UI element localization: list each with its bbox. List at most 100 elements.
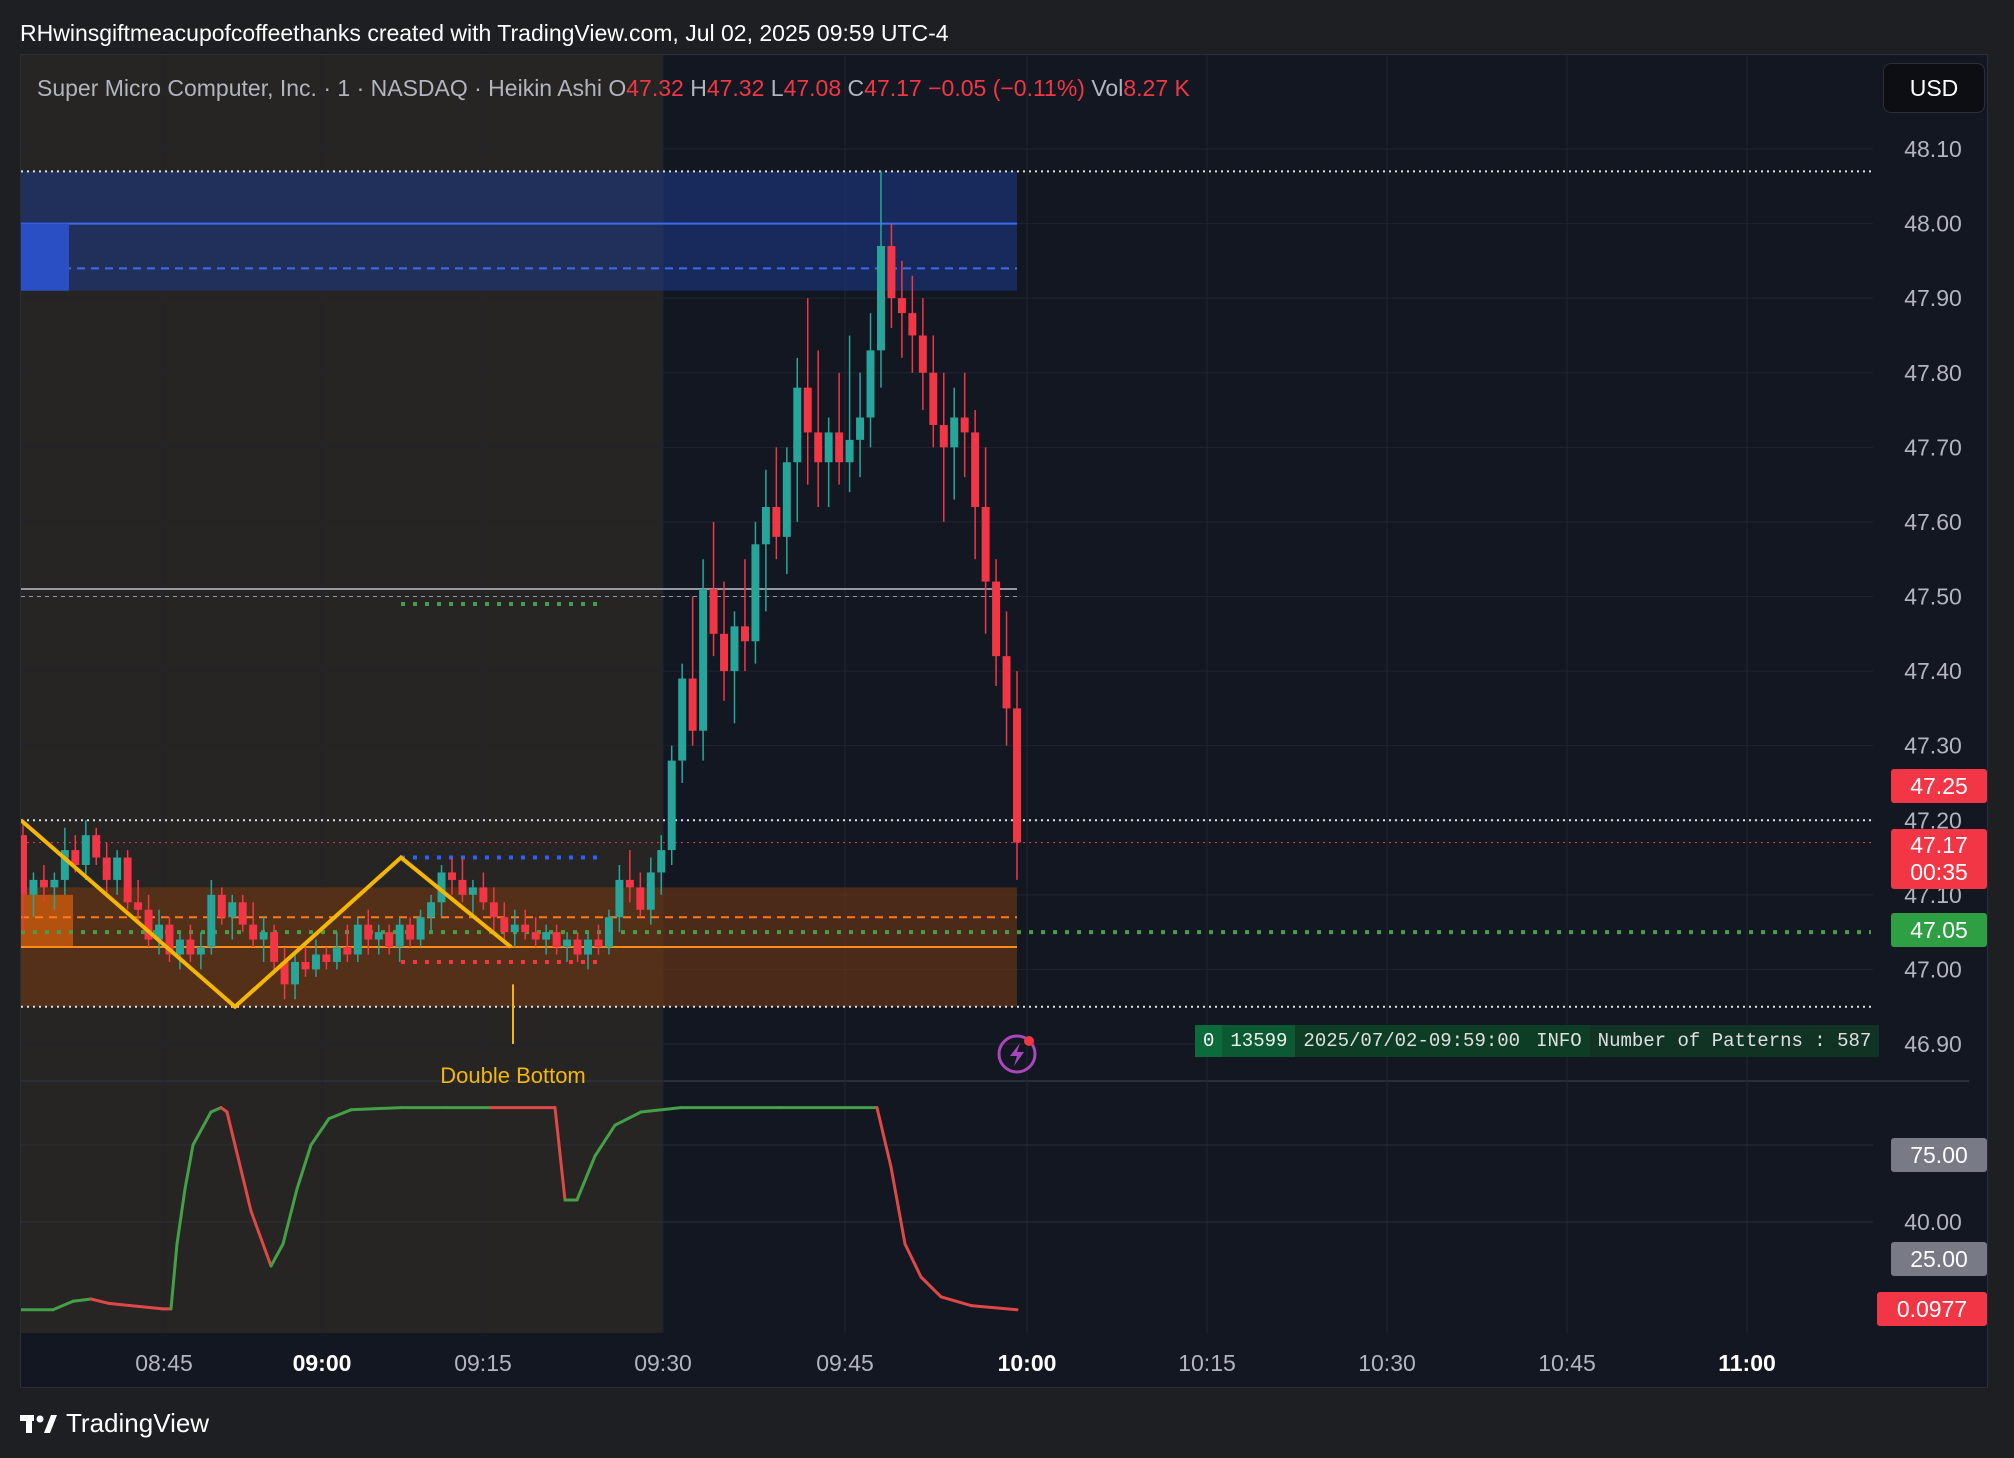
candle-body-15 [175, 939, 184, 955]
osc-tag-25: 25.00 [1891, 1242, 1987, 1276]
candle-body-94 [1002, 656, 1011, 709]
time-tick-9: 11:00 [1718, 1350, 1776, 1376]
currency-button[interactable]: USD [1883, 63, 1985, 113]
candle-body-26 [291, 961, 300, 985]
candle-body-61 [657, 850, 666, 873]
osc-tick-0: 40.00 [1904, 1209, 1962, 1235]
supply-zone [21, 171, 1017, 291]
candle-body-55 [594, 939, 603, 948]
info-cell-message: Number of Patterns : 587 [1589, 1025, 1880, 1057]
candle-body-43 [468, 887, 477, 895]
candle-body-62 [667, 760, 676, 851]
time-tick-7: 10:30 [1358, 1350, 1416, 1376]
candle-body-73 [782, 462, 791, 537]
candle-body-66 [709, 589, 718, 634]
candle-body-35 [385, 932, 394, 948]
time-tick-8: 10:45 [1538, 1350, 1596, 1376]
candle-body-36 [395, 924, 404, 948]
legend-low-value: 47.08 [783, 75, 842, 101]
candle-body-77 [824, 432, 833, 463]
candle-body-87 [929, 372, 938, 425]
osc-tag-last: 0.0977 [1877, 1292, 1987, 1326]
candle-body-16 [186, 939, 195, 955]
candle-body-2 [39, 879, 48, 888]
candle-body-75 [803, 387, 812, 433]
oscillator-segment-32 [875, 1106, 893, 1169]
candle-body-8 [102, 857, 111, 880]
demand-volume-profile [21, 894, 73, 948]
candle-body-0 [21, 835, 27, 895]
tradingview-logo[interactable]: TradingView [20, 1408, 209, 1439]
oscillator-segment-35 [919, 1275, 943, 1299]
price-tick-5: 47.60 [1904, 509, 1962, 535]
oscillator-segment-33 [889, 1165, 907, 1246]
legend-volume-label: Vol [1091, 75, 1124, 101]
candle-body-3 [50, 879, 59, 888]
symbol-legend: Super Micro Computer, Inc. · 1 · NASDAQ … [37, 75, 1190, 102]
price-tick-1: 48.00 [1904, 211, 1962, 237]
candle-body-58 [625, 879, 634, 888]
price-tick-7: 47.40 [1904, 658, 1962, 684]
price-tick-8: 47.30 [1904, 733, 1962, 759]
candle-body-18 [207, 894, 216, 948]
candle-body-82 [877, 245, 885, 351]
candle-body-63 [678, 678, 687, 761]
price-tick-4: 47.70 [1904, 434, 1962, 460]
pattern-info-box: 0 13599 2025/07/02-09:59:00 INFO Number … [1195, 1025, 1880, 1057]
time-tick-2: 09:15 [454, 1350, 512, 1376]
candle-body-89 [950, 417, 959, 448]
time-tick-5: 10:00 [998, 1350, 1057, 1376]
chart-attribution: RHwinsgiftmeacupofcoffeethanks created w… [20, 20, 949, 46]
price-tick-2: 47.90 [1904, 285, 1962, 311]
candle-body-81 [866, 350, 875, 418]
oscillator-segment-36 [939, 1295, 973, 1308]
legend-symbol[interactable]: Super Micro Computer, Inc. · 1 · NASDAQ … [37, 75, 602, 101]
candle-body-95 [1013, 708, 1021, 843]
price-tag-countdown: 00:35 [1910, 859, 1968, 885]
price-tag-last-value: 47.17 [1910, 832, 1968, 858]
candle-body-64 [688, 678, 697, 731]
legend-change: −0.05 (−0.11%) [928, 75, 1085, 101]
candle-body-21 [238, 902, 247, 925]
candle-body-34 [374, 932, 383, 940]
legend-volume-value: 8.27 K [1123, 75, 1190, 101]
legend-high-label: H [690, 75, 707, 101]
chart-canvas[interactable]: Double Bottom 48.10 48.00 47.90 47.80 47.70 47… [21, 55, 1988, 1388]
candle-body-86 [918, 335, 927, 373]
alert-dot-icon [1024, 1036, 1034, 1046]
candle-body-22 [249, 924, 258, 940]
candle-body-19 [217, 894, 226, 918]
legend-close-label: C [847, 75, 865, 101]
candle-body-17 [196, 947, 205, 955]
candle-body-9 [113, 857, 122, 880]
price-tag-support: 47.05 [1891, 913, 1987, 947]
candle-body-68 [730, 626, 739, 672]
time-tick-4: 09:45 [816, 1350, 874, 1376]
candle-body-33 [364, 924, 373, 940]
tradingview-logo-icon [20, 1414, 57, 1433]
osc-tag-75: 75.00 [1891, 1138, 1987, 1172]
legend-open-value: 47.32 [626, 75, 684, 101]
candle-body-65 [699, 589, 708, 731]
candle-body-90 [960, 417, 969, 433]
price-tag-last: 47.17 00:35 [1891, 829, 1987, 889]
info-cell-level: INFO [1528, 1025, 1590, 1057]
candle-body-78 [835, 432, 844, 463]
candle-body-91 [971, 432, 980, 507]
candle-body-70 [751, 544, 760, 642]
price-tick-11: 47.00 [1904, 956, 1962, 982]
candle-body-51 [552, 932, 561, 948]
chart-frame[interactable]: Double Bottom 48.10 48.00 47.90 47.80 47.70 47… [20, 54, 1988, 1388]
candle-body-32 [353, 924, 362, 955]
candle-body-29 [322, 954, 331, 962]
candle-body-88 [939, 424, 948, 448]
candle-body-11 [134, 902, 143, 910]
candle-body-84 [897, 298, 906, 314]
price-tick-3: 47.80 [1904, 360, 1962, 386]
info-cell-bar: 13599 [1222, 1025, 1296, 1057]
candle-body-1 [29, 879, 38, 895]
price-tick-6: 47.50 [1904, 584, 1962, 610]
info-cell-time: 2025/07/02-09:59:00 [1295, 1025, 1529, 1057]
candle-body-47 [510, 924, 519, 933]
candle-body-93 [992, 581, 1001, 657]
